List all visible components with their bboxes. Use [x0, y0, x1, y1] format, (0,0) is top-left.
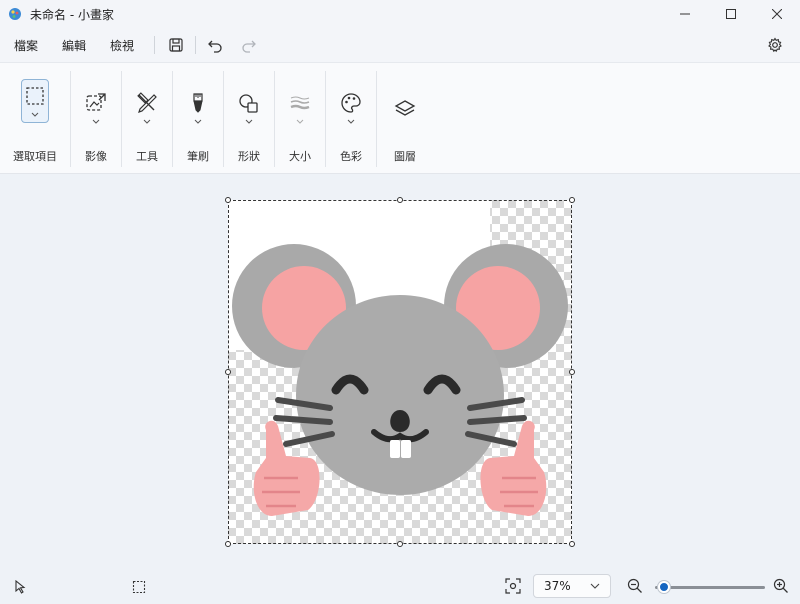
paint-palette-icon	[8, 7, 22, 21]
resize-handle-top-right[interactable]	[569, 197, 575, 203]
maximize-icon	[726, 9, 736, 19]
zoom-dropdown[interactable]: 37%	[533, 574, 611, 598]
resize-handle-bottom[interactable]	[397, 541, 403, 547]
ribbon-group-tools[interactable]: 工具	[122, 63, 172, 175]
tools-pencil-icon	[137, 92, 157, 113]
chevron-down-icon	[296, 119, 304, 124]
minimize-button[interactable]	[662, 0, 708, 28]
zoom-out-button[interactable]	[618, 572, 652, 600]
resize-handle-left[interactable]	[225, 369, 231, 375]
resize-handle-top-left[interactable]	[225, 197, 231, 203]
save-icon	[169, 38, 183, 52]
chevron-down-icon	[31, 112, 39, 117]
brush-icon	[193, 93, 203, 113]
gear-icon	[768, 37, 782, 53]
ribbon-label-tools: 工具	[136, 150, 158, 163]
layers-icon	[394, 100, 416, 116]
status-bar: 37%	[0, 568, 800, 604]
selection-size-icon	[132, 580, 146, 594]
redo-button[interactable]	[232, 31, 266, 59]
chevron-down-icon	[590, 583, 600, 589]
save-button[interactable]	[159, 31, 193, 59]
menu-view[interactable]: 檢視	[98, 32, 146, 58]
zoom-value: 37%	[544, 579, 571, 593]
selection-button[interactable]	[21, 79, 49, 123]
zoom-out-icon	[627, 578, 642, 593]
zoom-in-icon	[773, 578, 788, 593]
zoom-slider-thumb[interactable]	[658, 581, 670, 593]
ribbon-label-shapes: 形狀	[238, 150, 260, 163]
chevron-down-icon	[245, 119, 253, 124]
image-crop-icon	[86, 93, 106, 111]
ribbon-toolbar: 選取項目 影像 工具 筆刷 形狀 大小 色彩 圖層	[0, 62, 800, 174]
resize-handle-bottom-right[interactable]	[569, 541, 575, 547]
ribbon-label-image: 影像	[85, 150, 107, 163]
close-button[interactable]	[754, 0, 800, 28]
menu-edit[interactable]: 編輯	[50, 32, 98, 58]
ribbon-group-shapes[interactable]: 形狀	[224, 63, 274, 175]
zoom-in-button[interactable]	[764, 572, 798, 600]
chevron-down-icon	[194, 119, 202, 124]
ribbon-group-selection[interactable]: 選取項目	[0, 63, 70, 175]
undo-button[interactable]	[198, 31, 232, 59]
chevron-down-icon	[143, 119, 151, 124]
ribbon-label-color: 色彩	[340, 150, 362, 163]
menu-divider	[154, 36, 156, 54]
menu-divider	[195, 36, 197, 54]
ribbon-group-image[interactable]: 影像	[71, 63, 121, 175]
resize-handle-right[interactable]	[569, 369, 575, 375]
ribbon-group-brush[interactable]: 筆刷	[173, 63, 223, 175]
resize-handle-top[interactable]	[397, 197, 403, 203]
settings-button[interactable]	[758, 31, 792, 59]
canvas-area[interactable]	[0, 174, 800, 568]
fit-screen-icon	[505, 578, 521, 594]
title-bar: 未命名 - 小畫家	[0, 0, 800, 28]
resize-handle-bottom-left[interactable]	[225, 541, 231, 547]
ribbon-group-layers[interactable]: 圖層	[377, 63, 433, 175]
menu-file[interactable]: 檔案	[2, 32, 50, 58]
pointer-icon	[15, 580, 26, 594]
ribbon-label-layers: 圖層	[394, 150, 416, 163]
selection-rectangle-icon	[26, 87, 44, 105]
minimize-icon	[680, 13, 690, 15]
maximize-button[interactable]	[708, 0, 754, 28]
ribbon-label-selection: 選取項目	[13, 150, 57, 163]
window-title: 未命名 - 小畫家	[30, 7, 114, 22]
menu-bar: 檔案 編輯 檢視	[0, 28, 800, 62]
chevron-down-icon	[92, 119, 100, 124]
ribbon-label-size: 大小	[289, 150, 311, 163]
palette-icon	[341, 93, 361, 113]
fit-to-window-button[interactable]	[496, 572, 530, 600]
redo-icon	[242, 40, 256, 53]
chevron-down-icon	[347, 119, 355, 124]
close-icon	[772, 9, 782, 19]
selection-marquee[interactable]	[228, 200, 572, 544]
ribbon-group-size[interactable]: 大小	[275, 63, 325, 175]
undo-icon	[208, 40, 222, 53]
ribbon-label-brush: 筆刷	[187, 150, 209, 163]
shapes-icon	[239, 94, 258, 113]
ribbon-group-color[interactable]: 色彩	[326, 63, 376, 175]
line-size-icon	[290, 96, 310, 110]
zoom-slider-track[interactable]	[655, 586, 765, 589]
